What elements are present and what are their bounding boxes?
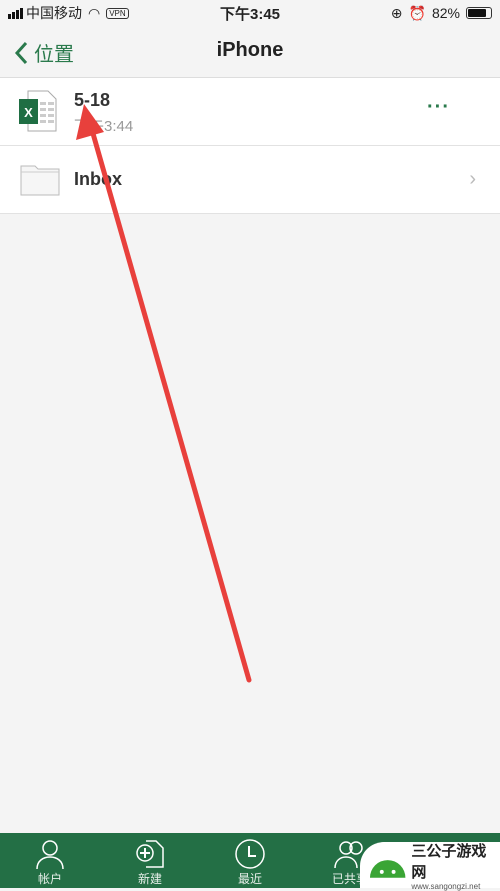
- tab-label: 最近: [237, 872, 262, 886]
- tab-recent[interactable]: 最近: [200, 833, 300, 888]
- watermark: 三公子游戏网 www.sangongzi.net: [360, 842, 500, 891]
- watermark-title: 三公子游戏网: [411, 842, 487, 881]
- annotation-arrow: [76, 104, 252, 683]
- tab-account[interactable]: 帐户: [0, 833, 100, 888]
- tab-label: 新建: [137, 872, 162, 886]
- android-logo-icon: [369, 860, 406, 878]
- clock-icon: [235, 839, 265, 869]
- tab-label: 帐户: [37, 872, 62, 886]
- tab-new[interactable]: 新建: [100, 833, 200, 888]
- new-document-icon: [136, 840, 164, 868]
- person-icon: [36, 840, 64, 870]
- watermark-url: www.sangongzi.net: [411, 881, 481, 891]
